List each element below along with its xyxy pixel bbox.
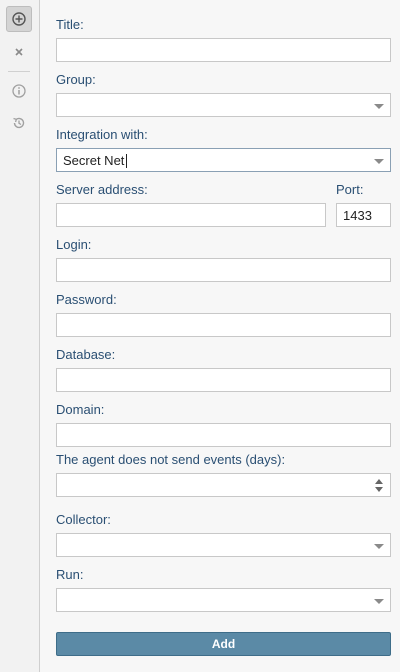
- title-label: Title:: [56, 17, 84, 32]
- history-button[interactable]: [6, 110, 32, 136]
- add-submit-button[interactable]: Add: [56, 632, 391, 656]
- port-value: 1433: [343, 208, 372, 223]
- integration-value: Secret Net: [63, 153, 125, 168]
- collector-label: Collector:: [56, 512, 111, 527]
- server-address-input[interactable]: [56, 203, 326, 227]
- group-select[interactable]: [56, 93, 391, 117]
- group-label: Group:: [56, 72, 96, 87]
- chevron-down-icon: [374, 599, 384, 604]
- chevron-down-icon: [374, 104, 384, 109]
- run-select[interactable]: [56, 588, 391, 612]
- spinner-arrows-icon[interactable]: [375, 478, 385, 494]
- info-button[interactable]: [6, 78, 32, 104]
- toolbar: [0, 0, 40, 672]
- domain-label: Domain:: [56, 402, 105, 417]
- port-input[interactable]: 1433: [336, 203, 391, 227]
- toolbar-divider: [8, 71, 30, 72]
- login-label: Login:: [56, 237, 92, 252]
- domain-input[interactable]: [56, 423, 391, 447]
- password-label: Password:: [56, 292, 117, 307]
- collector-select[interactable]: [56, 533, 391, 557]
- close-button[interactable]: [6, 39, 32, 65]
- agent-days-input[interactable]: [56, 473, 391, 497]
- run-label: Run:: [56, 567, 84, 582]
- database-label: Database:: [56, 347, 116, 362]
- integration-select[interactable]: Secret Net: [56, 148, 391, 172]
- close-icon: [15, 48, 23, 56]
- login-input[interactable]: [56, 258, 391, 282]
- info-icon: [12, 84, 26, 98]
- text-caret: [126, 154, 127, 168]
- integration-label: Integration with:: [56, 127, 148, 142]
- port-label: Port:: [336, 182, 364, 197]
- add-icon: [12, 12, 26, 26]
- server-address-label: Server address:: [56, 182, 148, 197]
- title-input[interactable]: [56, 38, 391, 62]
- chevron-down-icon: [374, 544, 384, 549]
- add-button[interactable]: [6, 6, 32, 32]
- agent-days-label: The agent does not send events (days):: [56, 452, 286, 467]
- chevron-down-icon: [374, 159, 384, 164]
- database-input[interactable]: [56, 368, 391, 392]
- history-icon: [13, 117, 25, 129]
- password-input[interactable]: [56, 313, 391, 337]
